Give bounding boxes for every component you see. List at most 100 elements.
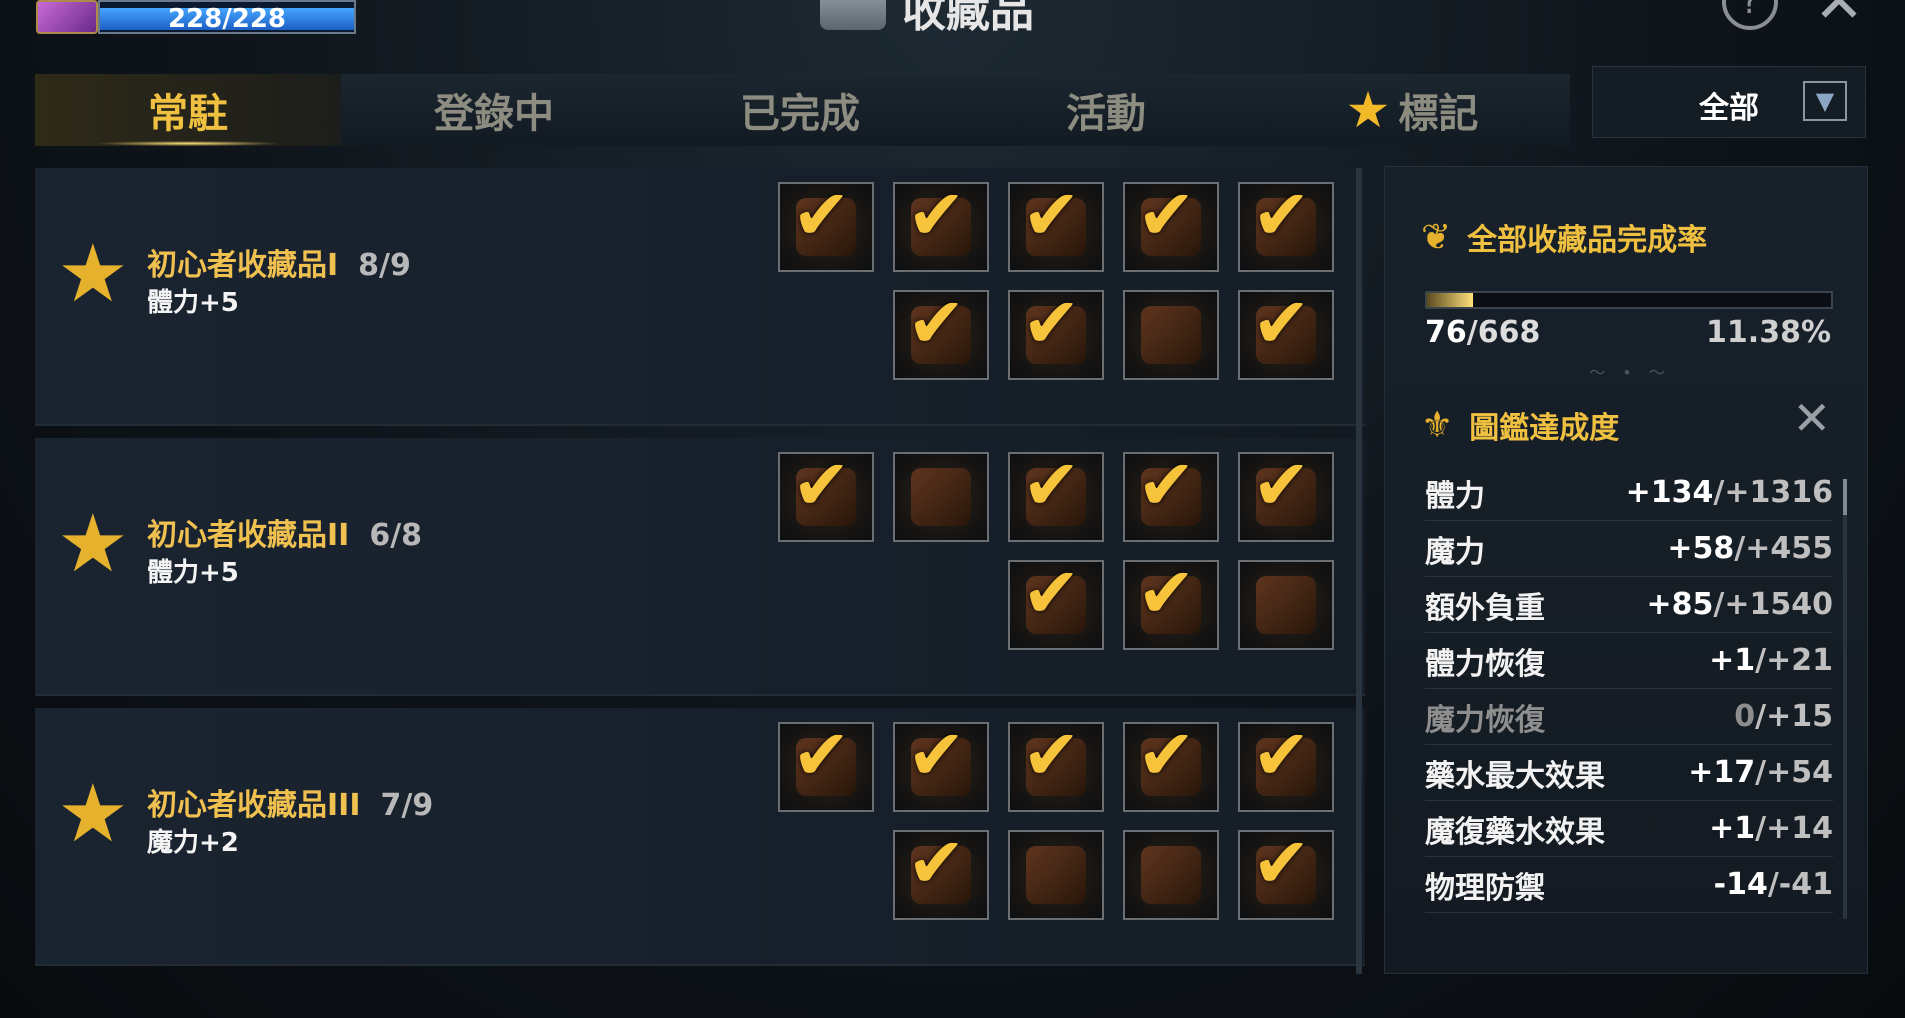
stat-total: /+54 — [1755, 755, 1833, 790]
star-icon[interactable]: ★ — [57, 774, 129, 854]
star-icon[interactable]: ★ — [57, 504, 129, 584]
stats-scrollbar[interactable] — [1843, 479, 1847, 919]
belt-icon — [1141, 306, 1201, 364]
completion-header: ❦ 全部收藏品完成率 — [1421, 215, 1707, 259]
scroll-thumb[interactable] — [1843, 479, 1847, 515]
item-slot[interactable]: ✔ — [1238, 828, 1334, 920]
tab-completed[interactable]: 已完成 — [647, 74, 953, 146]
tab-marked[interactable]: ★ 標記 — [1259, 74, 1565, 146]
list-scrollbar[interactable] — [1356, 168, 1362, 974]
stat-row: 魔力恢復 0/+15 — [1425, 689, 1833, 745]
item-slot[interactable]: ✔ — [1008, 174, 1104, 272]
item-slot[interactable]: ✔ — [1008, 552, 1104, 650]
close-icon[interactable]: ✕ — [1792, 395, 1831, 441]
collection-row[interactable]: ★ 初心者收藏品II 6/8 體力+5 ✔ ✔ ✔ ✔ ✔ ✔ — [35, 438, 1365, 696]
star-icon: ★ — [1345, 81, 1391, 139]
item-slot[interactable]: ✔ — [1238, 714, 1334, 812]
stat-key: 額外負重 — [1425, 590, 1545, 626]
check-icon: ✔ — [1022, 552, 1081, 634]
item-slot[interactable]: ✔ — [1123, 444, 1219, 542]
check-icon: ✔ — [792, 714, 851, 796]
item-slot[interactable]: ✔ — [893, 288, 989, 380]
check-icon: ✔ — [1252, 444, 1311, 526]
check-icon: ✔ — [907, 714, 966, 796]
item-slot[interactable] — [1123, 290, 1219, 380]
collection-name-text: 初心者收藏品II — [147, 518, 350, 553]
check-icon: ✔ — [1252, 714, 1311, 796]
item-slot[interactable]: ✔ — [1123, 174, 1219, 272]
stat-value: 0/+15 — [1734, 699, 1833, 734]
stat-row: 魔力 +58/+455 — [1425, 521, 1833, 577]
check-icon: ✔ — [792, 444, 851, 526]
collection-row[interactable]: ★ 初心者收藏品I 8/9 體力+5 ✔ ✔ ✔ ✔ ✔ ✔ ✔ ✔ — [35, 168, 1365, 426]
collection-bonus: 體力+5 — [147, 288, 239, 318]
collection-name-text: 初心者收藏品I — [147, 248, 339, 283]
close-icon[interactable]: ✕ — [1808, 0, 1870, 32]
item-slot[interactable]: ✔ — [893, 714, 989, 812]
stat-value: +58/+455 — [1667, 531, 1833, 566]
top-bar: 228/228 收藏品 ? ✕ — [0, 0, 1905, 40]
chevron-down-icon[interactable]: ▼ — [1803, 81, 1847, 121]
stat-value: +85/+1540 — [1647, 587, 1833, 622]
collection-bonus: 魔力+2 — [147, 828, 239, 858]
page-title: 收藏品 — [902, 0, 1034, 37]
check-icon: ✔ — [1137, 174, 1196, 256]
stat-current: +17 — [1688, 755, 1756, 790]
item-slot[interactable] — [1008, 830, 1104, 920]
player-avatar[interactable] — [36, 0, 98, 34]
check-icon: ✔ — [1137, 444, 1196, 526]
star-icon[interactable]: ★ — [57, 234, 129, 314]
item-slot[interactable]: ✔ — [1123, 720, 1219, 812]
item-slot[interactable] — [1123, 830, 1219, 920]
stat-key: 物理防禦 — [1425, 870, 1545, 906]
completion-progress-bar — [1425, 291, 1833, 309]
stat-key: 體力 — [1425, 478, 1485, 514]
tab-label: 已完成 — [740, 91, 860, 137]
tab-registering[interactable]: 登錄中 — [341, 74, 647, 146]
item-slot[interactable] — [893, 452, 989, 542]
tab-permanent[interactable]: 常駐 — [35, 74, 341, 146]
item-slot[interactable]: ✔ — [1008, 450, 1104, 542]
check-icon: ✔ — [1022, 174, 1081, 256]
item-slot[interactable]: ✔ — [778, 714, 874, 812]
stat-current: +1 — [1709, 811, 1756, 846]
stat-current: +1 — [1709, 643, 1756, 678]
stat-current: +134 — [1625, 475, 1714, 510]
tab-label: 活動 — [1066, 91, 1146, 137]
item-slot[interactable] — [1238, 560, 1334, 650]
help-icon[interactable]: ? — [1722, 0, 1778, 30]
codex-title: 圖鑑達成度 — [1469, 411, 1620, 446]
stat-row: 體力 +134/+1316 — [1425, 465, 1833, 521]
hp-text: 228/228 — [167, 4, 287, 34]
stat-value: +1/+14 — [1709, 811, 1833, 846]
stat-total: /+455 — [1734, 531, 1833, 566]
completion-percent: 11.38% — [1706, 315, 1831, 350]
check-icon: ✔ — [1252, 174, 1311, 256]
item-slot[interactable]: ✔ — [893, 180, 989, 272]
collection-name: 初心者收藏品II 6/8 — [147, 510, 422, 554]
item-slot[interactable]: ✔ — [1123, 552, 1219, 650]
collection-bonus: 體力+5 — [147, 558, 239, 588]
tab-event[interactable]: 活動 — [953, 74, 1259, 146]
item-slot[interactable]: ✔ — [778, 444, 874, 542]
item-slot[interactable]: ✔ — [1008, 720, 1104, 812]
item-slot[interactable]: ✔ — [778, 180, 874, 272]
check-icon: ✔ — [907, 822, 966, 904]
collection-row[interactable]: ★ 初心者收藏品III 7/9 魔力+2 ✔ ✔ ✔ ✔ ✔ ✔ ✔ — [35, 708, 1365, 966]
check-icon: ✔ — [1252, 282, 1311, 364]
fleur-de-lis-icon: ⚜ — [1421, 404, 1454, 446]
item-slot[interactable]: ✔ — [1238, 174, 1334, 272]
stat-value: +134/+1316 — [1626, 475, 1833, 510]
item-slot[interactable]: ✔ — [1008, 288, 1104, 380]
stat-value: +1/+21 — [1709, 643, 1833, 678]
item-slot[interactable]: ✔ — [1238, 444, 1334, 542]
stats-list: 體力 +134/+1316 魔力 +58/+455 額外負重 +85/+1540 體力… — [1425, 465, 1833, 913]
completion-current: 76 — [1425, 315, 1467, 350]
stat-current: +58 — [1667, 531, 1735, 566]
item-slot[interactable]: ✔ — [1238, 282, 1334, 380]
item-slot[interactable]: ✔ — [893, 822, 989, 920]
check-icon: ✔ — [1137, 552, 1196, 634]
codex-header: ⚜ 圖鑑達成度 — [1421, 403, 1619, 447]
filter-dropdown[interactable]: 全部 ▼ — [1592, 66, 1866, 138]
stat-row: 魔復藥水效果 +1/+14 — [1425, 801, 1833, 857]
